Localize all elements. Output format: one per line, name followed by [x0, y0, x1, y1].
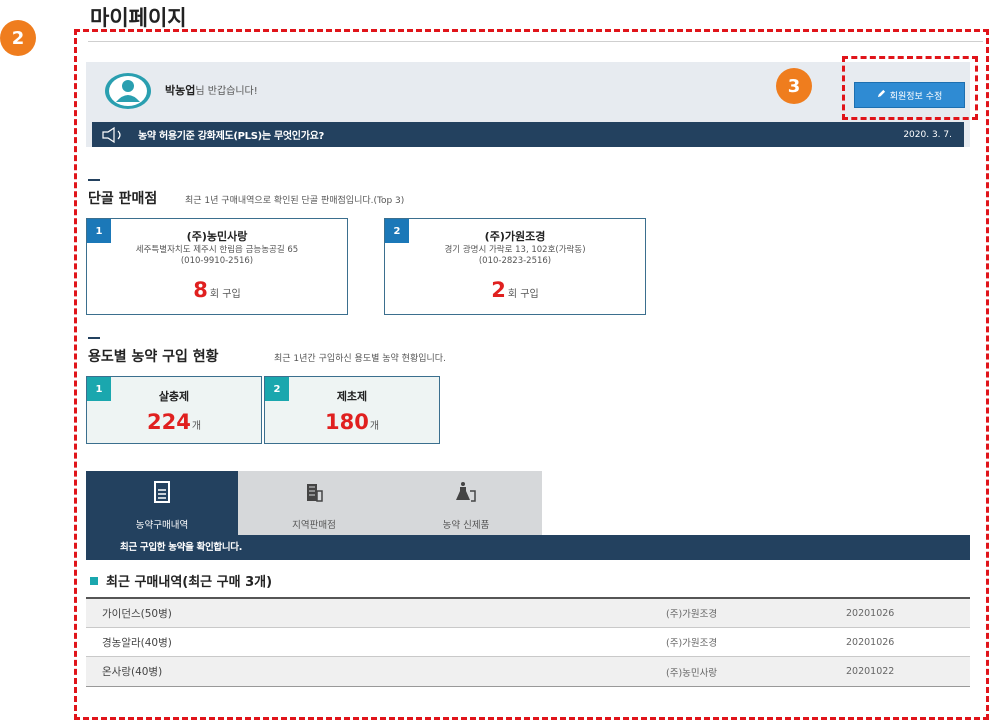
table-row[interactable]: 가이던스(50병) (주)가원조경 20201026 — [86, 599, 970, 628]
store-name: (주)농민사랑 — [186, 230, 248, 243]
user-avatar-icon — [104, 72, 152, 110]
greeting-text: 님 반갑습니다! — [195, 86, 258, 97]
usage-card[interactable]: 2 제초제 180개 — [264, 376, 440, 444]
table-row[interactable]: 온사랑(40병) (주)농민사랑 20201022 — [86, 657, 970, 686]
notice-bar[interactable]: 농약 허용기준 강화제도(PLS)는 무엇인가요? 2020. 3. 7. — [92, 122, 964, 147]
usage-name: 살충제 — [158, 390, 190, 403]
tab-description: 최근 구입한 농약을 확인합니다. — [86, 535, 970, 560]
usage-count-value: 180 — [324, 410, 369, 434]
store-cell: (주)가원조경 — [666, 609, 718, 620]
notice-text: 농약 허용기준 강화제도(PLS)는 무엇인가요? — [138, 131, 324, 142]
usage-count: 224개 — [87, 410, 261, 434]
tab-purchase-history[interactable]: 농약구매내역 — [86, 471, 238, 535]
step-marker-2: 2 — [0, 20, 36, 56]
usage-title: 용도별 농약 구입 현황 — [88, 349, 219, 365]
store-cell: (주)가원조경 — [666, 638, 718, 649]
step-marker-3: 3 — [776, 68, 812, 104]
page-title: 마이페이지 — [90, 6, 187, 30]
recent-purchases-title: 최근 구매내역(최근 구매 3개) — [90, 571, 272, 590]
date-cell: 20201026 — [846, 607, 895, 619]
store-address: 경기 광명시 가락로 13, 102호(가락동) — [444, 245, 586, 255]
purchase-count-unit: 회 구입 — [209, 289, 241, 300]
regular-stores-title: 단골 판매점 — [88, 191, 158, 207]
store-card[interactable]: 1 (주)농민사랑 세주특별자치도 제주시 한림읍 금능농공길 65 (010-… — [86, 218, 348, 315]
square-bullet-icon — [90, 576, 98, 585]
building-icon — [301, 479, 327, 509]
purchase-count-value: 8 — [193, 278, 208, 302]
tab-label: 지역판매점 — [292, 520, 336, 531]
table-row[interactable]: 경농알라(40병) (주)가원조경 20201026 — [86, 628, 970, 657]
purchase-count: 8회 구입 — [87, 278, 347, 302]
user-name: 박농업 — [165, 84, 196, 97]
product-cell: 가이던스(50병) — [102, 607, 172, 620]
purchase-count: 2회 구입 — [385, 278, 645, 302]
highlight-region-3 — [842, 56, 978, 120]
section-accent-dash — [88, 337, 100, 339]
tab-new-products[interactable]: 농약 신제품 — [390, 471, 542, 535]
purchase-count-value: 2 — [491, 278, 506, 302]
document-icon — [149, 479, 175, 509]
usage-count-value: 224 — [146, 410, 191, 434]
tab-label: 농약 신제품 — [442, 520, 490, 531]
product-cell: 경농알라(40병) — [102, 636, 172, 649]
regular-stores-subtitle: 최근 1년 구매내역으로 확인된 단골 판매점입니다.(Top 3) — [185, 196, 405, 206]
usage-subtitle: 최근 1년간 구입하신 용도별 농약 현황입니다. — [274, 354, 446, 364]
tab-local-stores[interactable]: 지역판매점 — [238, 471, 390, 535]
welcome-message: 박농업님 반갑습니다! — [165, 82, 258, 98]
store-name: (주)가원조경 — [484, 230, 546, 243]
tab-label: 농약구매내역 — [135, 520, 189, 531]
date-cell: 20201022 — [846, 666, 895, 677]
welcome-panel: 박농업님 반갑습니다! 회원정보 수정 농약 허용기준 강화제도(PLS)는 무… — [86, 62, 970, 147]
recent-purchases-table: 가이던스(50병) (주)가원조경 20201026 경농알라(40병) (주)… — [86, 597, 970, 687]
store-cell: (주)농민사랑 — [666, 667, 718, 679]
store-address: 세주특별자치도 제주시 한림읍 금능농공길 65 — [135, 245, 299, 255]
section-accent-dash — [88, 179, 100, 181]
store-card[interactable]: 2 (주)가원조경 경기 광명시 가락로 13, 102호(가락동) (010-… — [384, 218, 646, 315]
usage-card[interactable]: 1 살충제 224개 — [86, 376, 262, 444]
usage-name: 제초제 — [336, 390, 368, 403]
notice-date: 2020. 3. 7. — [903, 129, 952, 140]
product-cell: 온사랑(40병) — [102, 666, 163, 678]
usage-count-unit: 개 — [369, 421, 380, 432]
tab-bar: 농약구매내역 지역판매점 농약 신제품 — [86, 471, 542, 535]
usage-count-unit: 개 — [191, 421, 202, 432]
store-phone: (010-2823-2516) — [478, 256, 552, 266]
recent-purchases-title-text: 최근 구매내역(최근 구매 3개) — [106, 575, 273, 590]
date-cell: 20201026 — [846, 636, 895, 648]
speaker-icon — [100, 126, 130, 144]
store-phone: (010-9910-2516) — [180, 256, 254, 266]
flask-icon — [453, 479, 479, 509]
purchase-count-unit: 회 구입 — [507, 289, 539, 300]
usage-count: 180개 — [265, 410, 439, 434]
